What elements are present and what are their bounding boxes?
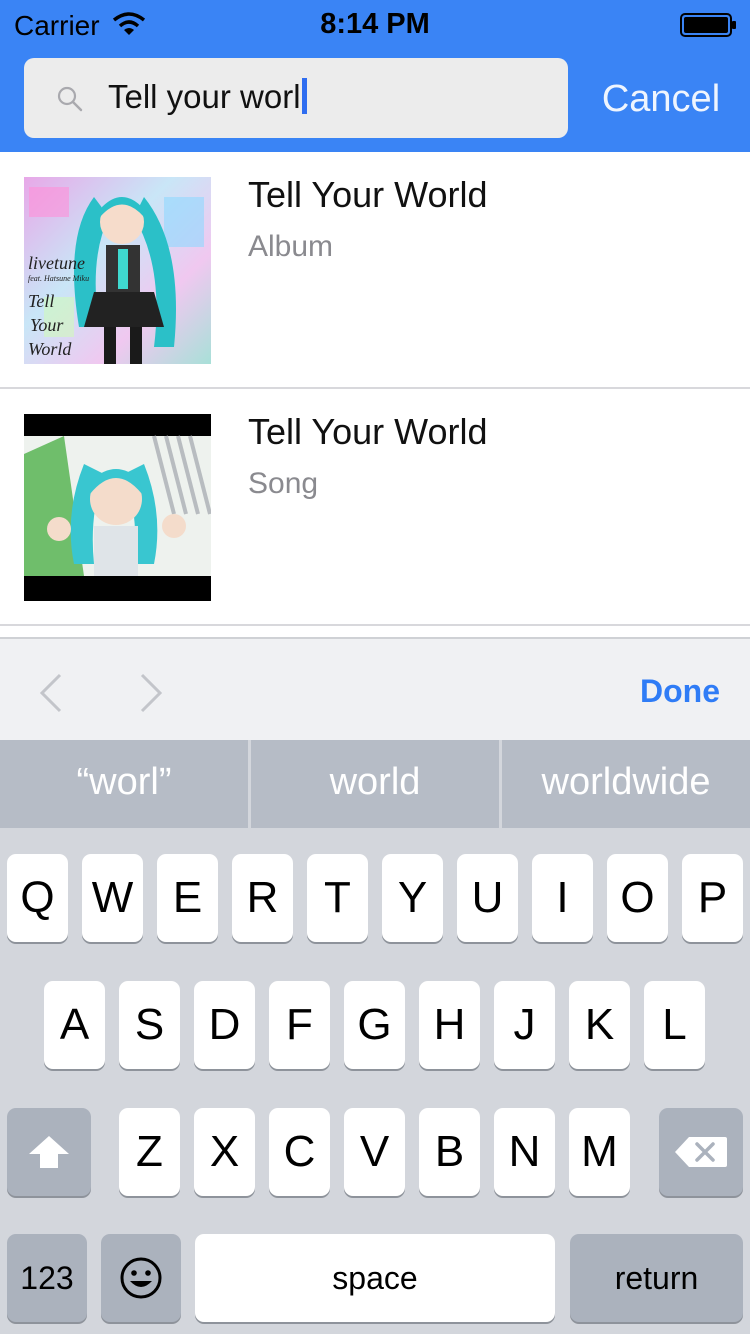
art-text-feat: feat. Hatsune Miku [28, 274, 89, 283]
key-f[interactable]: F [269, 981, 330, 1069]
keyboard-accessory-toolbar: Done [0, 637, 750, 740]
key-a[interactable]: A [44, 981, 105, 1069]
key-x[interactable]: X [194, 1108, 255, 1196]
art-text-your: Your [30, 315, 64, 335]
return-key[interactable]: return [570, 1234, 743, 1322]
key-k[interactable]: K [569, 981, 630, 1069]
chevron-right-icon[interactable] [136, 671, 166, 715]
key-u[interactable]: U [457, 854, 518, 942]
backspace-icon [675, 1137, 727, 1167]
emoji-key[interactable] [101, 1234, 181, 1322]
numbers-key[interactable]: 123 [7, 1234, 87, 1322]
result-row[interactable]: livetune feat. Hatsune Miku Tell Your Wo… [0, 152, 750, 389]
key-m[interactable]: M [569, 1108, 630, 1196]
art-text-world: World [28, 339, 72, 359]
key-d[interactable]: D [194, 981, 255, 1069]
suggestion-worldwide[interactable]: worldwide [502, 740, 750, 828]
result-type: Album [248, 230, 334, 263]
key-l[interactable]: L [644, 981, 705, 1069]
done-button[interactable]: Done [640, 673, 720, 710]
key-h[interactable]: H [419, 981, 480, 1069]
key-s[interactable]: S [119, 981, 180, 1069]
chevron-left-icon[interactable] [36, 671, 66, 715]
key-v[interactable]: V [344, 1108, 405, 1196]
result-title: Tell Your World [248, 411, 488, 452]
keyboard: “worl” world worldwide Q W E R T Y U I O… [0, 740, 750, 1334]
search-query-text: Tell your worl [108, 78, 307, 116]
battery-icon [680, 13, 736, 37]
key-b[interactable]: B [419, 1108, 480, 1196]
search-icon [57, 86, 83, 112]
key-y[interactable]: Y [382, 854, 443, 942]
status-bar: Carrier 8:14 PM [0, 0, 750, 50]
key-t[interactable]: T [307, 854, 368, 942]
key-q[interactable]: Q [7, 854, 68, 942]
album-art-thumbnail: livetune feat. Hatsune Miku Tell Your Wo… [24, 177, 211, 364]
key-e[interactable]: E [157, 854, 218, 942]
shift-icon [29, 1136, 69, 1168]
suggestion-world[interactable]: world [251, 740, 499, 828]
suggestion-typed[interactable]: “worl” [0, 740, 248, 828]
delete-key[interactable] [659, 1108, 743, 1196]
song-thumbnail [24, 414, 211, 601]
key-p[interactable]: P [682, 854, 743, 942]
key-z[interactable]: Z [119, 1108, 180, 1196]
key-g[interactable]: G [344, 981, 405, 1069]
key-i[interactable]: I [532, 854, 593, 942]
search-input[interactable]: Tell your worl [24, 58, 568, 138]
search-header: Carrier 8:14 PM Tell your worl Cancel [0, 0, 750, 152]
key-n[interactable]: N [494, 1108, 555, 1196]
cancel-button[interactable]: Cancel [586, 78, 736, 121]
suggestion-bar: “worl” world worldwide [0, 740, 750, 828]
result-title: Tell Your World [248, 174, 488, 215]
result-row[interactable]: Tell Your World Song [0, 389, 750, 626]
shift-key[interactable] [7, 1108, 91, 1196]
result-type: Song [248, 467, 319, 500]
art-text-tell: Tell [28, 291, 54, 311]
emoji-icon [120, 1257, 162, 1299]
art-text-artist: livetune [28, 253, 85, 273]
key-r[interactable]: R [232, 854, 293, 942]
key-o[interactable]: O [607, 854, 668, 942]
key-c[interactable]: C [269, 1108, 330, 1196]
key-w[interactable]: W [82, 854, 143, 942]
status-time: 8:14 PM [320, 8, 430, 40]
text-caret [301, 78, 307, 114]
key-j[interactable]: J [494, 981, 555, 1069]
space-key[interactable]: space [195, 1234, 555, 1322]
